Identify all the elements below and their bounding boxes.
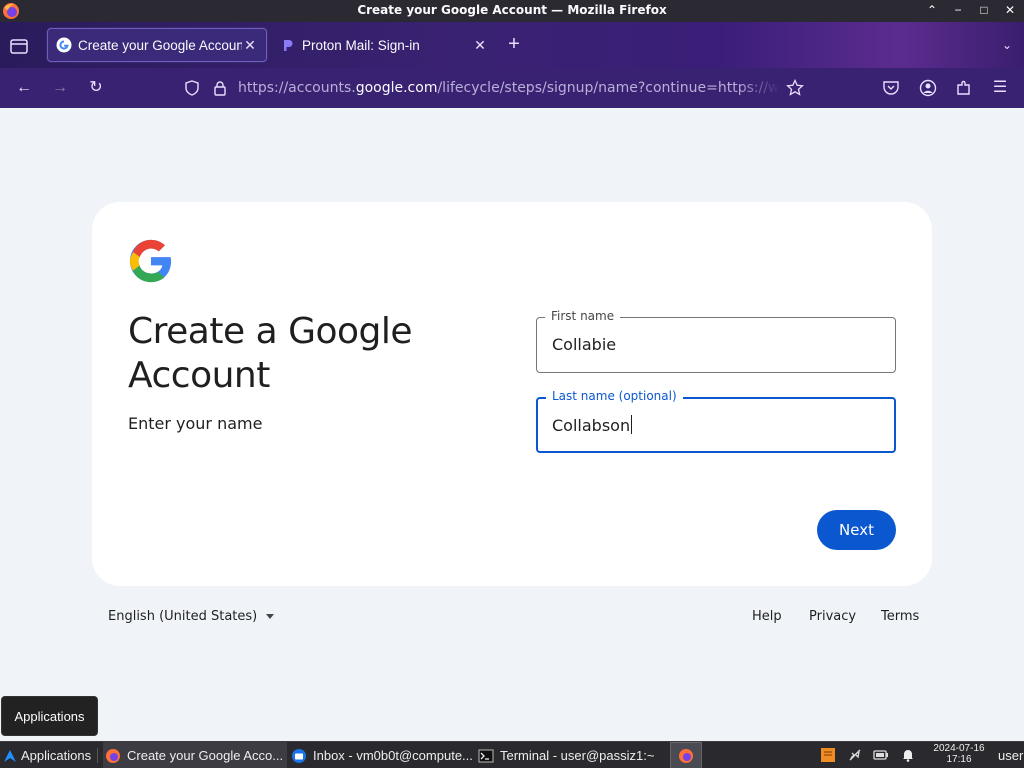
firefox-view-icon[interactable] <box>8 36 30 56</box>
first-name-field[interactable]: First name Collabie <box>536 309 896 373</box>
taskbar-item-label: Terminal - user@passiz1:~ <box>500 748 655 763</box>
back-arrow-icon[interactable]: ← <box>14 78 34 98</box>
last-name-label: Last name (optional) <box>546 389 683 403</box>
next-button[interactable]: Next <box>817 510 896 550</box>
navigation-toolbar: ← → ↻ https://accounts.google.com/lifecy… <box>0 68 1024 108</box>
network-disconnected-icon[interactable] <box>847 747 863 763</box>
taskbar-item-firefox[interactable]: Create your Google Acco... <box>103 742 287 768</box>
shield-icon[interactable] <box>184 80 200 96</box>
workspace-firefox-button[interactable] <box>670 742 702 768</box>
last-name-value[interactable]: Collabson <box>552 416 630 435</box>
tab-strip: Create your Google Account ✕ Proton Mail… <box>0 22 1024 68</box>
battery-icon[interactable] <box>873 747 889 763</box>
thunderbird-icon <box>292 748 306 763</box>
taskbar-clock[interactable]: 2024-07-16 17:16 <box>930 743 988 765</box>
taskbar-item-thunderbird[interactable]: Inbox - vm0b0t@compute... <box>291 742 475 768</box>
window-close-icon[interactable]: ✕ <box>1002 2 1018 18</box>
first-name-label: First name <box>545 309 621 323</box>
bookmark-star-icon[interactable] <box>786 79 804 97</box>
language-selector[interactable]: English (United States) <box>108 609 257 624</box>
taskbar: Applications Create your Google Acco... … <box>0 741 1024 768</box>
terminal-icon <box>478 749 494 762</box>
window-title: Create your Google Account — Mozilla Fir… <box>357 3 667 17</box>
taskbar-item-label: Create your Google Acco... <box>127 748 284 763</box>
page-footer: English (United States) Help Privacy Ter… <box>92 606 932 630</box>
forward-arrow-icon[interactable]: → <box>50 78 70 98</box>
applications-tooltip: Applications <box>1 696 98 736</box>
terms-link[interactable]: Terms <box>881 609 919 624</box>
tab-close-icon[interactable]: ✕ <box>472 37 488 54</box>
window-minimize-icon[interactable]: − <box>950 2 966 18</box>
firefox-icon <box>679 748 693 763</box>
applications-label: Applications <box>21 748 92 763</box>
firefox-icon <box>106 748 120 763</box>
tab-close-icon[interactable]: ✕ <box>242 37 258 54</box>
url-bar[interactable]: https://accounts.google.com/lifecycle/st… <box>176 72 816 104</box>
signup-card: Create a Google Account Enter your name … <box>92 202 932 586</box>
extensions-puzzle-icon[interactable] <box>955 79 973 97</box>
account-icon[interactable] <box>919 79 937 97</box>
applications-menu-icon <box>4 749 16 762</box>
menu-hamburger-icon[interactable]: ☰ <box>990 78 1010 98</box>
first-name-value[interactable]: Collabie <box>552 335 616 354</box>
google-g-icon <box>56 37 72 53</box>
page-title: Create a Google Account <box>128 311 413 396</box>
new-tab-plus-icon[interactable]: + <box>504 34 524 55</box>
page-content: Create a Google Account Enter your name … <box>0 108 1024 741</box>
last-name-field[interactable]: Last name (optional) Collabson <box>536 389 896 453</box>
tab-create-google-account[interactable]: Create your Google Account ✕ <box>47 28 267 62</box>
language-dropdown-arrow-icon[interactable] <box>266 614 274 619</box>
user-menu[interactable]: user <box>998 748 1023 763</box>
pocket-icon[interactable] <box>882 79 900 97</box>
taskbar-item-label: Inbox - vm0b0t@compute... <box>313 748 473 763</box>
google-logo-icon <box>129 239 172 283</box>
taskbar-item-terminal[interactable]: Terminal - user@passiz1:~ <box>478 742 662 768</box>
applications-menu-button[interactable]: Applications <box>2 742 94 768</box>
window-titlebar: Create your Google Account — Mozilla Fir… <box>0 0 1024 22</box>
clock-time: 17:16 <box>946 754 972 765</box>
reload-icon[interactable]: ↻ <box>86 78 106 98</box>
list-all-tabs-chevron-icon[interactable]: ⌄ <box>1002 38 1012 52</box>
window-chevron-up-icon[interactable]: ⌃ <box>924 2 940 18</box>
tab-label: Proton Mail: Sign-in <box>302 37 420 53</box>
url-text[interactable]: https://accounts.google.com/lifecycle/st… <box>238 80 778 96</box>
notification-bell-icon[interactable] <box>900 747 916 763</box>
clock-date: 2024-07-16 <box>933 743 985 754</box>
tab-proton-mail[interactable]: Proton Mail: Sign-in ✕ <box>272 28 496 62</box>
text-caret <box>631 415 633 434</box>
lock-icon[interactable] <box>212 80 228 96</box>
help-link[interactable]: Help <box>752 609 782 624</box>
page-subtitle: Enter your name <box>128 414 263 433</box>
last-name-value-wrap[interactable]: Collabson <box>552 415 633 435</box>
tab-label: Create your Google Account <box>78 37 242 53</box>
proton-icon <box>284 40 293 51</box>
window-maximize-icon[interactable]: □ <box>976 2 992 18</box>
privacy-link[interactable]: Privacy <box>809 609 856 624</box>
notes-tray-icon[interactable] <box>820 747 836 763</box>
